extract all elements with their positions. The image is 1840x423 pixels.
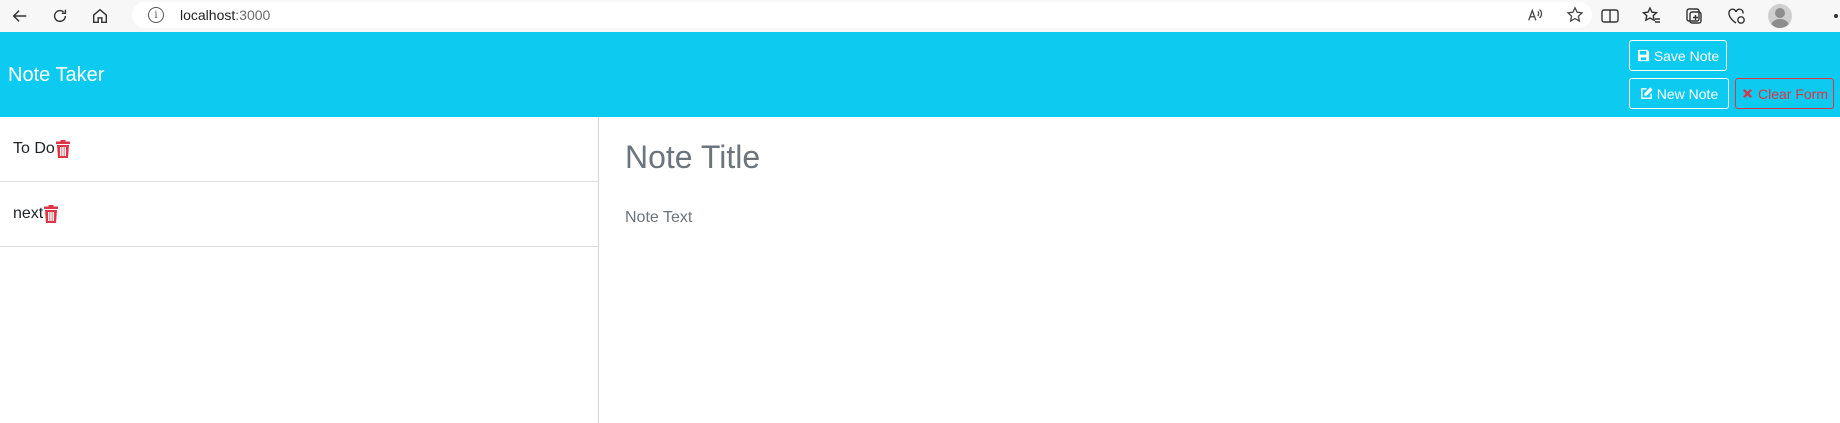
- collections-icon[interactable]: [1684, 6, 1704, 26]
- home-button[interactable]: [80, 0, 120, 32]
- address-bar[interactable]: i localhost:3000: [132, 2, 1592, 28]
- arrow-left-icon: [12, 10, 27, 22]
- back-button[interactable]: [0, 0, 40, 32]
- save-icon: [1637, 49, 1649, 62]
- url-port: :3000: [235, 7, 271, 23]
- refresh-icon: [53, 9, 67, 23]
- note-item-title: To Do: [13, 140, 55, 157]
- favorite-star-icon[interactable]: [1566, 6, 1584, 24]
- brand-title[interactable]: Note Taker: [8, 64, 104, 87]
- refresh-button[interactable]: [40, 0, 80, 32]
- note-editor: Note Title Note Text: [600, 117, 1840, 423]
- save-note-button[interactable]: Save Note: [1629, 40, 1727, 71]
- read-aloud-icon[interactable]: [1526, 6, 1544, 24]
- note-item-title: next: [13, 205, 44, 222]
- note-text-input[interactable]: Note Text: [625, 209, 692, 227]
- edit-icon: [1640, 87, 1653, 99]
- new-note-button[interactable]: New Note: [1629, 78, 1729, 109]
- favorites-icon[interactable]: [1642, 6, 1662, 26]
- list-item[interactable]: next: [0, 182, 598, 247]
- browser-essentials-icon[interactable]: [1726, 6, 1746, 26]
- list-item[interactable]: To Do: [0, 117, 598, 182]
- more-options-icon[interactable]: [1834, 14, 1838, 18]
- note-list: To Do next: [0, 117, 599, 423]
- home-icon: [92, 8, 108, 24]
- app-navbar: Note Taker Save Note New Note Clear Form: [0, 32, 1840, 117]
- clear-form-button[interactable]: Clear Form: [1735, 78, 1834, 109]
- profile-avatar[interactable]: [1768, 4, 1792, 28]
- url-host: localhost: [180, 7, 236, 23]
- browser-toolbar: i localhost:3000: [0, 0, 1840, 32]
- note-title-input[interactable]: Note Title: [625, 139, 760, 176]
- clear-form-label: Clear Form: [1757, 85, 1828, 102]
- site-info-icon[interactable]: i: [148, 7, 164, 23]
- save-note-label: Save Note: [1653, 47, 1720, 64]
- trash-icon[interactable]: [55, 140, 71, 158]
- close-icon: [1742, 88, 1752, 99]
- trash-icon[interactable]: [43, 205, 59, 223]
- new-note-label: New Note: [1656, 85, 1719, 102]
- split-screen-icon[interactable]: [1600, 6, 1620, 26]
